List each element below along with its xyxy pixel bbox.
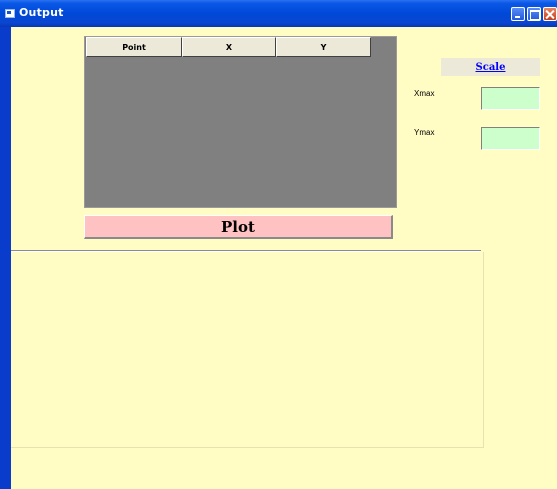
- xmax-label: Xmax: [414, 89, 435, 98]
- column-header-point[interactable]: Point: [86, 37, 182, 57]
- ymax-input[interactable]: [481, 127, 540, 150]
- column-header-y[interactable]: Y: [276, 37, 371, 57]
- title-bar[interactable]: Output: [0, 0, 557, 27]
- maximize-button[interactable]: [527, 7, 541, 21]
- plot-button[interactable]: Plot: [84, 215, 393, 239]
- close-button[interactable]: [543, 7, 557, 21]
- output-window: Output Point X Y Plot Scale Xmax Ymax: [0, 0, 557, 489]
- plot-canvas[interactable]: [11, 252, 484, 448]
- window-app-icon[interactable]: [5, 9, 15, 18]
- xmax-input[interactable]: [481, 87, 540, 110]
- minimize-button[interactable]: [511, 7, 525, 21]
- grid-header: Point X Y: [86, 37, 371, 57]
- column-header-x[interactable]: X: [182, 37, 276, 57]
- points-grid[interactable]: Point X Y: [84, 36, 397, 208]
- window-title: Output: [19, 6, 64, 19]
- scale-heading: Scale: [441, 58, 540, 76]
- ymax-label: Ymax: [414, 128, 435, 137]
